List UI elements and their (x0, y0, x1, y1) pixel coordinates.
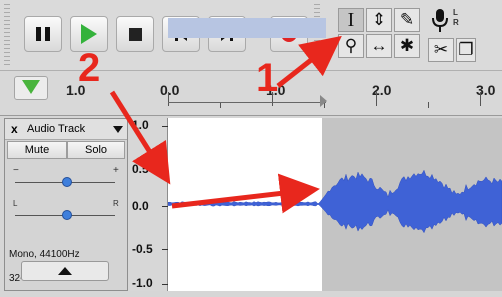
annotation-arrow-2a (109, 90, 171, 185)
annotation-arrow-2b (171, 173, 320, 214)
annotation-arrow-1 (276, 35, 342, 88)
annotation-number-1: 1 (256, 56, 279, 100)
annotation-number-2: 2 (78, 46, 101, 90)
annotation-overlay (109, 35, 342, 214)
